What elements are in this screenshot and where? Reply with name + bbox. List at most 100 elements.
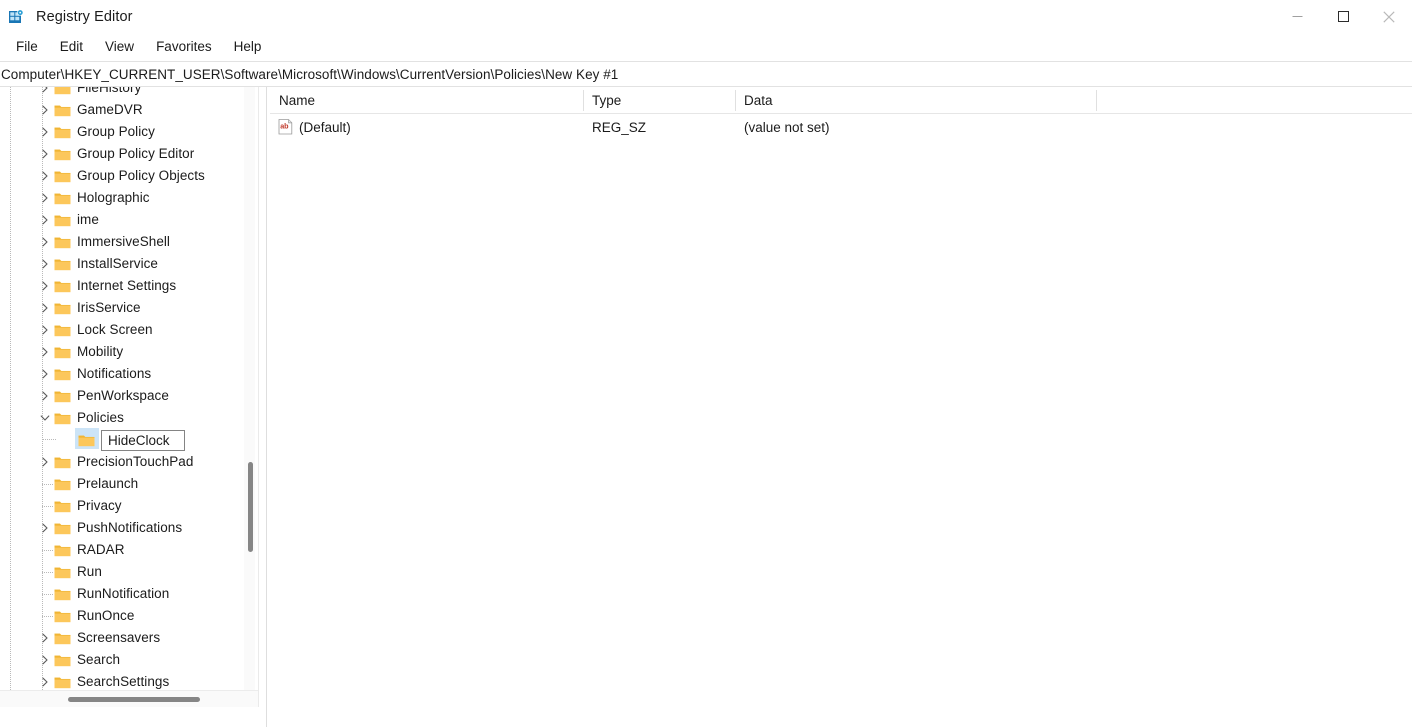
chevron-right-icon[interactable]	[36, 451, 54, 473]
tree-node-lock-screen[interactable]: Lock Screen	[0, 319, 205, 341]
key-rename-input[interactable]: HideClock	[101, 429, 185, 451]
tree-node-group-policy[interactable]: Group Policy	[0, 121, 205, 143]
close-button[interactable]	[1366, 0, 1412, 33]
chevron-right-icon[interactable]	[36, 187, 54, 209]
column-divider[interactable]	[583, 90, 584, 111]
tree-node-label: Group Policy	[77, 124, 155, 140]
chevron-right-icon[interactable]	[36, 165, 54, 187]
tree-node-label: FileHistory	[77, 87, 142, 96]
folder-icon	[54, 455, 71, 469]
splitter-line	[266, 87, 267, 727]
tree-node-hideclock[interactable]: HideClock	[0, 427, 205, 451]
tree-node-prelaunch[interactable]: Prelaunch	[0, 473, 205, 495]
chevron-right-icon[interactable]	[36, 627, 54, 649]
chevron-right-icon[interactable]	[36, 363, 54, 385]
chevron-right-icon[interactable]	[36, 649, 54, 671]
tree-node-internet-settings[interactable]: Internet Settings	[0, 275, 205, 297]
tree-node-group-policy-editor[interactable]: Group Policy Editor	[0, 143, 205, 165]
menu-item-help[interactable]: Help	[223, 37, 273, 58]
chevron-right-icon[interactable]	[36, 143, 54, 165]
folder-icon	[54, 125, 71, 139]
folder-icon	[54, 235, 71, 249]
tree-horizontal-scrollbar[interactable]	[0, 690, 258, 707]
tree-node-run[interactable]: Run	[0, 561, 205, 583]
menu-bar: File Edit View Favorites Help	[0, 33, 1412, 61]
chevron-right-icon[interactable]	[36, 121, 54, 143]
tree-node-label: Holographic	[77, 190, 150, 206]
folder-icon	[54, 345, 71, 359]
folder-icon	[54, 565, 71, 579]
folder-icon	[54, 87, 71, 95]
tree-node-irisservice[interactable]: IrisService	[0, 297, 205, 319]
chevron-right-icon[interactable]	[36, 87, 54, 99]
column-header-data[interactable]: Data	[735, 87, 1096, 114]
tree-node-holographic[interactable]: Holographic	[0, 187, 205, 209]
folder-icon	[54, 301, 71, 315]
chevron-right-icon[interactable]	[36, 209, 54, 231]
chevron-right-icon[interactable]	[36, 253, 54, 275]
svg-text:ab: ab	[280, 121, 289, 130]
tree-node-penworkspace[interactable]: PenWorkspace	[0, 385, 205, 407]
tree-node-gamedvr[interactable]: GameDVR	[0, 99, 205, 121]
chevron-right-icon[interactable]	[36, 319, 54, 341]
tree-node-filehistory[interactable]: FileHistory	[0, 87, 205, 99]
value-name-cell: ab (Default)	[270, 114, 351, 140]
registry-editor-icon	[8, 9, 24, 25]
tree-node-search[interactable]: Search	[0, 649, 205, 671]
tree-node-runnotification[interactable]: RunNotification	[0, 583, 205, 605]
column-divider-end[interactable]	[1096, 90, 1097, 111]
tree-node-runonce[interactable]: RunOnce	[0, 605, 205, 627]
tree-node-list: FileHistory GameDVR Group Policy Group Poli…	[0, 87, 205, 693]
chevron-right-icon[interactable]	[36, 231, 54, 253]
tree-node-immersiveshell[interactable]: ImmersiveShell	[0, 231, 205, 253]
tree-node-screensavers[interactable]: Screensavers	[0, 627, 205, 649]
tree-vertical-scroll-thumb[interactable]	[248, 462, 253, 552]
chevron-right-icon[interactable]	[36, 385, 54, 407]
menu-item-favorites[interactable]: Favorites	[145, 37, 223, 58]
tree-node-ime[interactable]: ime	[0, 209, 205, 231]
tree-stub-connector	[42, 594, 54, 595]
maximize-button[interactable]	[1320, 0, 1366, 33]
address-bar[interactable]: Computer\HKEY_CURRENT_USER\Software\Micr…	[0, 62, 1412, 86]
tree-node-group-policy-objects[interactable]: Group Policy Objects	[0, 165, 205, 187]
registry-path: Computer\HKEY_CURRENT_USER\Software\Micr…	[1, 66, 619, 82]
tree-vertical-scrollbar[interactable]	[244, 87, 255, 707]
tree-node-radar[interactable]: RADAR	[0, 539, 205, 561]
tree-stub-connector	[42, 550, 54, 551]
menu-item-view[interactable]: View	[94, 37, 145, 58]
minimize-button[interactable]	[1274, 0, 1320, 33]
tree-node-installservice[interactable]: InstallService	[0, 253, 205, 275]
tree-horizontal-scroll-thumb[interactable]	[68, 697, 200, 702]
tree-node-pushnotifications[interactable]: PushNotifications	[0, 517, 205, 539]
tree-node-notifications[interactable]: Notifications	[0, 363, 205, 385]
tree-node-label: Policies	[77, 410, 124, 426]
tree-node-precisiontouchpad[interactable]: PrecisionTouchPad	[0, 451, 205, 473]
content-area: FileHistory GameDVR Group Policy Group Poli…	[0, 87, 1412, 727]
tree-node-label: SearchSettings	[77, 674, 170, 690]
chevron-right-icon[interactable]	[36, 99, 54, 121]
folder-icon	[54, 499, 71, 513]
chevron-right-icon[interactable]	[36, 297, 54, 319]
chevron-down-icon[interactable]	[36, 407, 54, 429]
folder-icon	[54, 543, 71, 557]
menu-item-file[interactable]: File	[5, 37, 49, 58]
folder-icon	[54, 653, 71, 667]
tree-node-label: Mobility	[77, 344, 124, 360]
tree-node-label: Notifications	[77, 366, 152, 382]
chevron-right-icon[interactable]	[36, 341, 54, 363]
folder-icon	[54, 411, 71, 425]
pane-splitter[interactable]	[259, 87, 269, 727]
column-header-type[interactable]: Type	[583, 87, 735, 114]
tree-node-label: RunNotification	[77, 586, 170, 602]
tree-node-mobility[interactable]: Mobility	[0, 341, 205, 363]
menu-item-edit[interactable]: Edit	[49, 37, 94, 58]
tree-node-label: Prelaunch	[77, 476, 139, 492]
chevron-right-icon[interactable]	[36, 275, 54, 297]
column-header-name[interactable]: Name	[270, 87, 583, 114]
tree-node-label: InstallService	[77, 256, 158, 272]
tree-node-policies[interactable]: Policies	[0, 407, 205, 429]
chevron-right-icon[interactable]	[36, 517, 54, 539]
value-row[interactable]: ab (Default) REG_SZ (value not set)	[270, 114, 1412, 140]
column-divider[interactable]	[735, 90, 736, 111]
tree-node-privacy[interactable]: Privacy	[0, 495, 205, 517]
